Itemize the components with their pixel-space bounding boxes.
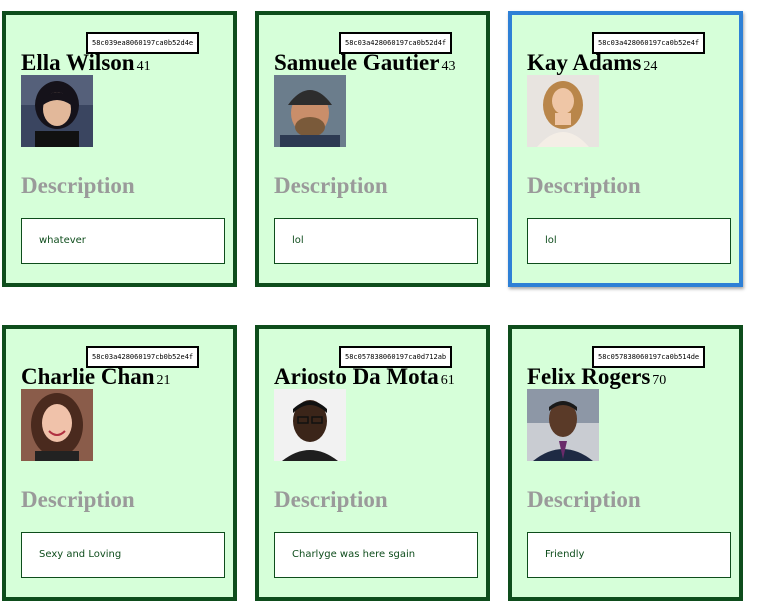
profile-age: 24 [643, 59, 658, 74]
profile-card[interactable]: 58c03a428060197cb0b52e4f Charlie Chan 21 … [2, 325, 237, 601]
profile-age: 43 [441, 59, 456, 74]
description-heading: Description [21, 487, 135, 512]
profile-name: Felix Rogers [527, 364, 651, 389]
description-box: Charlyge was here sgain [274, 532, 478, 578]
avatar [274, 389, 346, 461]
profile-name: Charlie Chan [21, 364, 155, 389]
avatar [527, 75, 599, 147]
profile-card[interactable]: 58c03a428060197ca0b52d4f Samuele Gautier… [255, 11, 490, 287]
description-heading: Description [274, 487, 388, 512]
description-box: Sexy and Loving [21, 532, 225, 578]
profile-age: 61 [440, 373, 455, 388]
description-heading: Description [274, 173, 388, 198]
avatar [527, 389, 599, 461]
profile-header: Kay Adams 24 [527, 50, 657, 76]
profile-card[interactable]: 58c039ea8060197ca0b52d4e Ella Wilson 41 D… [2, 11, 237, 287]
profile-header: Charlie Chan 21 [21, 364, 171, 390]
description-heading: Description [527, 487, 641, 512]
profile-name: Ella Wilson [21, 50, 135, 75]
profile-age: 41 [136, 59, 151, 74]
description-heading: Description [21, 173, 135, 198]
profile-name: Ariosto Da Mota [274, 364, 439, 389]
profile-age: 70 [652, 373, 667, 388]
profile-header: Ariosto Da Mota 61 [274, 364, 455, 390]
profile-card[interactable]: 58c057838060197ca0b514de Felix Rogers 70 … [508, 325, 743, 601]
profile-header: Samuele Gautier 43 [274, 50, 455, 76]
avatar [21, 389, 93, 461]
description-box: lol [527, 218, 731, 264]
profile-age: 21 [156, 373, 171, 388]
description-box: Friendly [527, 532, 731, 578]
profile-header: Ella Wilson 41 [21, 50, 151, 76]
avatar [274, 75, 346, 147]
description-heading: Description [527, 173, 641, 198]
profile-name: Kay Adams [527, 50, 642, 75]
profile-name: Samuele Gautier [274, 50, 440, 75]
profile-card[interactable]: 58c057838060197ca0d712ab Ariosto Da Mota… [255, 325, 490, 601]
profile-card[interactable]: 58c03a428060197ca0b52e4f Kay Adams 24 Des… [508, 11, 743, 287]
description-box: lol [274, 218, 478, 264]
avatar [21, 75, 93, 147]
profile-header: Felix Rogers 70 [527, 364, 666, 390]
description-box: whatever [21, 218, 225, 264]
